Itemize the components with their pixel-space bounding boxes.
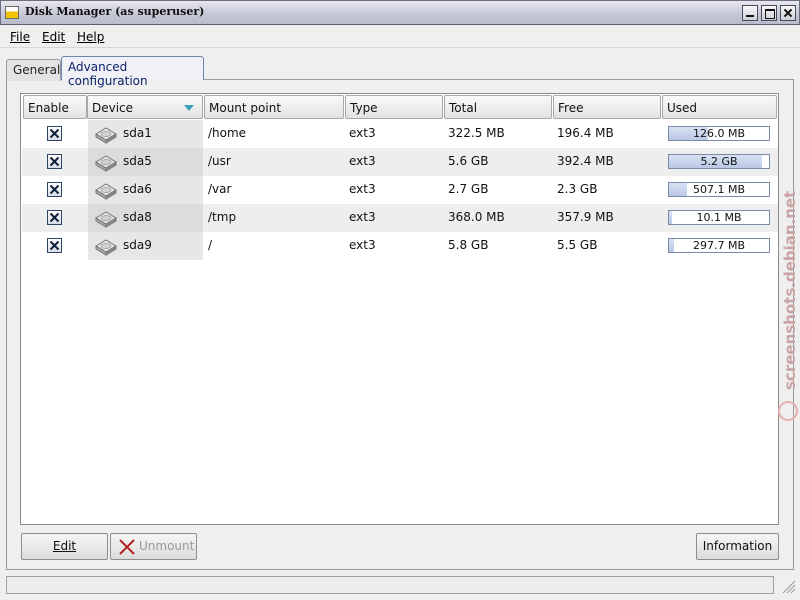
- used-progress-bar: 10.1 MB: [668, 210, 770, 225]
- free-cell: 196.4 MB: [557, 126, 614, 140]
- column-header-total[interactable]: Total: [444, 95, 552, 119]
- table-row[interactable]: sda1/home ext3 322.5 MB 196.4 MB 126.0 MB: [22, 120, 778, 148]
- watermark-text: screenshots.debian.net: [781, 190, 799, 390]
- free-cell: 392.4 MB: [557, 154, 614, 168]
- check-x-icon: [49, 128, 60, 139]
- type-cell: ext3: [349, 154, 376, 168]
- device-name: sda9: [123, 238, 152, 252]
- column-header-type[interactable]: Type: [345, 95, 443, 119]
- column-header-enable[interactable]: Enable: [23, 95, 87, 119]
- free-cell: 357.9 MB: [557, 210, 614, 224]
- enable-checkbox[interactable]: [47, 210, 62, 225]
- column-header-free[interactable]: Free: [553, 95, 661, 119]
- resize-grip-icon[interactable]: [780, 578, 796, 594]
- watermark: screenshots.debian.net: [781, 191, 800, 390]
- menu-file[interactable]: File: [10, 30, 30, 44]
- harddisk-icon: [95, 127, 117, 144]
- used-progress-bar: 5.2 GB: [668, 154, 770, 169]
- check-x-icon: [49, 212, 60, 223]
- minimize-button[interactable]: [742, 5, 758, 21]
- check-x-icon: [49, 240, 60, 251]
- used-value: 10.1 MB: [696, 211, 742, 224]
- free-cell: 2.3 GB: [557, 182, 598, 196]
- enable-checkbox[interactable]: [47, 182, 62, 197]
- menu-file-mnemonic: File: [10, 30, 31, 44]
- total-cell: 5.6 GB: [448, 154, 489, 168]
- information-button[interactable]: Information: [696, 533, 779, 560]
- check-x-icon: [49, 184, 60, 195]
- menu-edit-mnemonic: Edit: [42, 30, 66, 44]
- tab-general[interactable]: General: [6, 59, 61, 81]
- menu-help[interactable]: Help: [77, 30, 104, 44]
- harddisk-icon: [95, 211, 117, 228]
- harddisk-icon: [95, 183, 117, 200]
- column-header-device[interactable]: Device: [87, 95, 203, 119]
- maximize-button[interactable]: [761, 5, 777, 21]
- partition-table[interactable]: Enable Device Mount point Type Total Fre…: [20, 93, 779, 525]
- table-row[interactable]: sda6/var ext3 2.7 GB 2.3 GB 507.1 MB: [22, 176, 778, 204]
- device-name: sda5: [123, 154, 152, 168]
- total-cell: 368.0 MB: [448, 210, 505, 224]
- used-value: 5.2 GB: [700, 155, 738, 168]
- debian-logo-icon: [778, 401, 798, 421]
- type-cell: ext3: [349, 182, 376, 196]
- table-row[interactable]: sda9 / ext3 5.8 GB 5.5 GB 297.7 MB: [22, 232, 778, 260]
- column-header-device-label: Device: [92, 101, 134, 115]
- tab-advanced-configuration[interactable]: Advanced configuration: [61, 56, 204, 88]
- enable-checkbox[interactable]: [47, 238, 62, 253]
- total-cell: 2.7 GB: [448, 182, 489, 196]
- menu-bar: File Edit Help: [0, 26, 800, 48]
- free-cell: 5.5 GB: [557, 238, 598, 252]
- device-name: sda6: [123, 182, 152, 196]
- column-header-used[interactable]: Used: [662, 95, 777, 119]
- enable-checkbox[interactable]: [47, 154, 62, 169]
- window-title: Disk Manager (as superuser): [25, 5, 205, 18]
- red-x-icon: [119, 539, 135, 555]
- type-cell: ext3: [349, 126, 376, 140]
- type-cell: ext3: [349, 210, 376, 224]
- mount-cell: /var: [208, 182, 232, 196]
- edit-button-label: Edit: [52, 539, 77, 553]
- app-icon: [5, 6, 19, 19]
- table-row[interactable]: sda8/tmp ext3 368.0 MB 357.9 MB 10.1 MB: [22, 204, 778, 232]
- edit-button[interactable]: Edit: [21, 533, 108, 560]
- close-button[interactable]: [780, 5, 796, 21]
- status-bar: [6, 576, 774, 594]
- menu-edit[interactable]: Edit: [42, 30, 65, 44]
- harddisk-icon: [95, 155, 117, 172]
- device-name: sda1: [123, 126, 152, 140]
- mount-cell: /tmp: [208, 210, 237, 224]
- used-progress-bar: 507.1 MB: [668, 182, 770, 197]
- title-bar[interactable]: Disk Manager (as superuser): [0, 0, 800, 25]
- menu-help-mnemonic: Help: [77, 30, 105, 44]
- enable-checkbox[interactable]: [47, 126, 62, 141]
- device-name: sda8: [123, 210, 152, 224]
- total-cell: 322.5 MB: [448, 126, 505, 140]
- mount-cell: /home: [208, 126, 247, 140]
- harddisk-icon: [95, 239, 117, 256]
- check-x-icon: [49, 156, 60, 167]
- sort-descending-icon: [184, 105, 194, 111]
- unmount-button[interactable]: Unmount: [110, 533, 197, 560]
- mount-cell: /: [208, 238, 213, 252]
- used-progress-bar: 126.0 MB: [668, 126, 770, 141]
- table-row[interactable]: sda5/usr ext3 5.6 GB 392.4 MB 5.2 GB: [22, 148, 778, 176]
- used-value: 297.7 MB: [692, 239, 746, 252]
- used-value: 126.0 MB: [692, 127, 746, 140]
- column-header-mount-point[interactable]: Mount point: [204, 95, 344, 119]
- used-progress-bar: 297.7 MB: [668, 238, 770, 253]
- unmount-button-label: Unmount: [139, 539, 195, 553]
- type-cell: ext3: [349, 238, 376, 252]
- used-value: 507.1 MB: [692, 183, 746, 196]
- mount-cell: /usr: [208, 154, 231, 168]
- total-cell: 5.8 GB: [448, 238, 489, 252]
